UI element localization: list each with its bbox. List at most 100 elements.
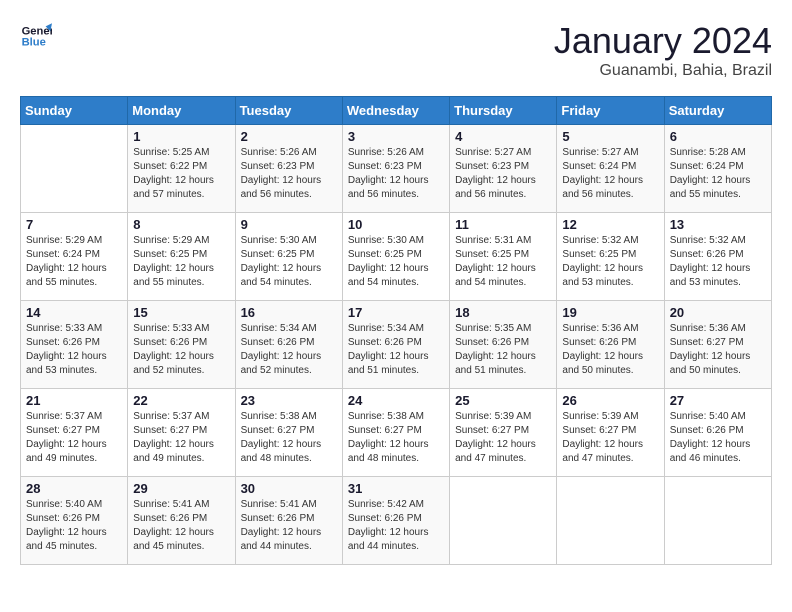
calendar-week-row: 21 Sunrise: 5:37 AM Sunset: 6:27 PM Dayli… [21, 389, 772, 477]
day-info: Sunrise: 5:38 AM Sunset: 6:27 PM Dayligh… [241, 410, 337, 466]
day-of-week-header: Sunday [21, 97, 128, 125]
calendar-cell: 27Sunrise: 5:40 AM Sunset: 6:26 PM Dayli… [664, 389, 771, 477]
day-info: Sunrise: 5:30 AM Sunset: 6:25 PM Dayligh… [241, 234, 337, 290]
calendar-cell: 5 Sunrise: 5:27 AM Sunset: 6:24 PM Daylig… [557, 125, 664, 213]
day-number: 20 [670, 305, 766, 320]
day-number: 13 [670, 217, 766, 232]
day-number: 25 [455, 393, 551, 408]
calendar-cell: 19 Sunrise: 5:36 AM Sunset: 6:26 PM Dayli… [557, 301, 664, 389]
day-info: Sunrise: 5:29 AM Sunset: 6:24 PM Dayligh… [26, 234, 122, 290]
day-info: Sunrise: 5:35 AM Sunset: 6:26 PM Dayligh… [455, 322, 551, 378]
day-info: Sunrise: 5:34 AM Sunset: 6:26 PM Dayligh… [348, 322, 444, 378]
day-info: Sunrise: 5:27 AM Sunset: 6:24 PM Dayligh… [562, 146, 658, 202]
calendar-table: SundayMondayTuesdayWednesdayThursdayFrid… [20, 96, 772, 565]
day-info: Sunrise: 5:32 AM Sunset: 6:25 PM Dayligh… [562, 234, 658, 290]
calendar-cell: 1Sunrise: 5:25 AM Sunset: 6:22 PM Daylig… [128, 125, 235, 213]
day-info: Sunrise: 5:40 AM Sunset: 6:26 PM Dayligh… [26, 498, 122, 554]
day-number: 4 [455, 129, 551, 144]
day-info: Sunrise: 5:25 AM Sunset: 6:22 PM Dayligh… [133, 146, 229, 202]
day-number: 31 [348, 481, 444, 496]
day-info: Sunrise: 5:26 AM Sunset: 6:23 PM Dayligh… [348, 146, 444, 202]
day-info: Sunrise: 5:39 AM Sunset: 6:27 PM Dayligh… [562, 410, 658, 466]
day-of-week-header: Monday [128, 97, 235, 125]
day-info: Sunrise: 5:37 AM Sunset: 6:27 PM Dayligh… [133, 410, 229, 466]
day-info: Sunrise: 5:30 AM Sunset: 6:25 PM Dayligh… [348, 234, 444, 290]
day-number: 30 [241, 481, 337, 496]
day-info: Sunrise: 5:26 AM Sunset: 6:23 PM Dayligh… [241, 146, 337, 202]
day-info: Sunrise: 5:28 AM Sunset: 6:24 PM Dayligh… [670, 146, 766, 202]
day-info: Sunrise: 5:41 AM Sunset: 6:26 PM Dayligh… [241, 498, 337, 554]
day-info: Sunrise: 5:40 AM Sunset: 6:26 PM Dayligh… [670, 410, 766, 466]
calendar-cell: 22 Sunrise: 5:37 AM Sunset: 6:27 PM Dayli… [128, 389, 235, 477]
day-info: Sunrise: 5:37 AM Sunset: 6:27 PM Dayligh… [26, 410, 122, 466]
calendar-cell: 24Sunrise: 5:38 AM Sunset: 6:27 PM Dayli… [342, 389, 449, 477]
calendar-cell: 10 Sunrise: 5:30 AM Sunset: 6:25 PM Dayli… [342, 213, 449, 301]
calendar-cell: 3 Sunrise: 5:26 AM Sunset: 6:23 PM Daylig… [342, 125, 449, 213]
calendar-subtitle: Guanambi, Bahia, Brazil [554, 62, 772, 80]
day-of-week-header: Thursday [450, 97, 557, 125]
day-number: 11 [455, 217, 551, 232]
day-number: 19 [562, 305, 658, 320]
calendar-cell: 12 Sunrise: 5:32 AM Sunset: 6:25 PM Dayli… [557, 213, 664, 301]
calendar-cell: 17 Sunrise: 5:34 AM Sunset: 6:26 PM Dayli… [342, 301, 449, 389]
calendar-cell [450, 477, 557, 565]
day-number: 28 [26, 481, 122, 496]
day-number: 15 [133, 305, 229, 320]
day-info: Sunrise: 5:33 AM Sunset: 6:26 PM Dayligh… [26, 322, 122, 378]
days-header-row: SundayMondayTuesdayWednesdayThursdayFrid… [21, 97, 772, 125]
calendar-cell: 14 Sunrise: 5:33 AM Sunset: 6:26 PM Dayli… [21, 301, 128, 389]
calendar-cell: 11Sunrise: 5:31 AM Sunset: 6:25 PM Dayli… [450, 213, 557, 301]
day-info: Sunrise: 5:36 AM Sunset: 6:26 PM Dayligh… [562, 322, 658, 378]
day-number: 2 [241, 129, 337, 144]
day-number: 14 [26, 305, 122, 320]
title-area: January 2024 Guanambi, Bahia, Brazil [554, 20, 772, 80]
logo-icon: General Blue [20, 20, 52, 52]
day-info: Sunrise: 5:32 AM Sunset: 6:26 PM Dayligh… [670, 234, 766, 290]
calendar-cell: 26 Sunrise: 5:39 AM Sunset: 6:27 PM Dayli… [557, 389, 664, 477]
day-number: 22 [133, 393, 229, 408]
day-number: 17 [348, 305, 444, 320]
calendar-cell [21, 125, 128, 213]
calendar-cell: 23Sunrise: 5:38 AM Sunset: 6:27 PM Dayli… [235, 389, 342, 477]
day-number: 8 [133, 217, 229, 232]
day-info: Sunrise: 5:34 AM Sunset: 6:26 PM Dayligh… [241, 322, 337, 378]
calendar-cell: 2 Sunrise: 5:26 AM Sunset: 6:23 PM Daylig… [235, 125, 342, 213]
calendar-cell: 30 Sunrise: 5:41 AM Sunset: 6:26 PM Dayli… [235, 477, 342, 565]
day-number: 5 [562, 129, 658, 144]
calendar-cell: 28 Sunrise: 5:40 AM Sunset: 6:26 PM Dayli… [21, 477, 128, 565]
calendar-cell: 9Sunrise: 5:30 AM Sunset: 6:25 PM Daylig… [235, 213, 342, 301]
calendar-cell: 8 Sunrise: 5:29 AM Sunset: 6:25 PM Daylig… [128, 213, 235, 301]
calendar-cell [557, 477, 664, 565]
day-number: 10 [348, 217, 444, 232]
page-header: General Blue January 2024 Guanambi, Bahi… [20, 20, 772, 80]
day-number: 3 [348, 129, 444, 144]
calendar-cell: 20 Sunrise: 5:36 AM Sunset: 6:27 PM Dayli… [664, 301, 771, 389]
day-info: Sunrise: 5:41 AM Sunset: 6:26 PM Dayligh… [133, 498, 229, 554]
svg-text:Blue: Blue [22, 37, 46, 49]
calendar-week-row: 14 Sunrise: 5:33 AM Sunset: 6:26 PM Dayli… [21, 301, 772, 389]
day-number: 12 [562, 217, 658, 232]
day-of-week-header: Saturday [664, 97, 771, 125]
calendar-week-row: 7 Sunrise: 5:29 AM Sunset: 6:24 PM Daylig… [21, 213, 772, 301]
day-number: 7 [26, 217, 122, 232]
calendar-cell: 29Sunrise: 5:41 AM Sunset: 6:26 PM Dayli… [128, 477, 235, 565]
day-number: 26 [562, 393, 658, 408]
day-number: 18 [455, 305, 551, 320]
logo: General Blue [20, 20, 52, 52]
day-of-week-header: Friday [557, 97, 664, 125]
day-number: 16 [241, 305, 337, 320]
day-info: Sunrise: 5:42 AM Sunset: 6:26 PM Dayligh… [348, 498, 444, 554]
calendar-cell: 13 Sunrise: 5:32 AM Sunset: 6:26 PM Dayli… [664, 213, 771, 301]
day-number: 21 [26, 393, 122, 408]
calendar-week-row: 1Sunrise: 5:25 AM Sunset: 6:22 PM Daylig… [21, 125, 772, 213]
day-info: Sunrise: 5:38 AM Sunset: 6:27 PM Dayligh… [348, 410, 444, 466]
calendar-cell: 7 Sunrise: 5:29 AM Sunset: 6:24 PM Daylig… [21, 213, 128, 301]
day-info: Sunrise: 5:29 AM Sunset: 6:25 PM Dayligh… [133, 234, 229, 290]
calendar-cell: 25Sunrise: 5:39 AM Sunset: 6:27 PM Dayli… [450, 389, 557, 477]
calendar-cell: 21 Sunrise: 5:37 AM Sunset: 6:27 PM Dayli… [21, 389, 128, 477]
calendar-cell: 6Sunrise: 5:28 AM Sunset: 6:24 PM Daylig… [664, 125, 771, 213]
calendar-cell [664, 477, 771, 565]
day-info: Sunrise: 5:27 AM Sunset: 6:23 PM Dayligh… [455, 146, 551, 202]
day-info: Sunrise: 5:33 AM Sunset: 6:26 PM Dayligh… [133, 322, 229, 378]
day-info: Sunrise: 5:36 AM Sunset: 6:27 PM Dayligh… [670, 322, 766, 378]
